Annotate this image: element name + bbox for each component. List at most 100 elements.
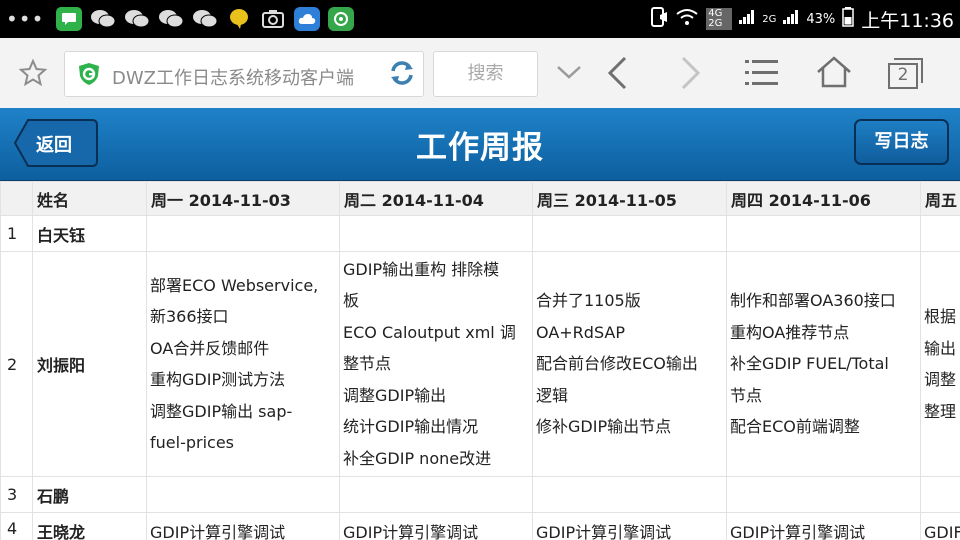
- log-line: GDIP计算引擎调试: [730, 523, 866, 540]
- chat-bubble-icon: [226, 7, 252, 31]
- log-line: fuel-prices: [150, 433, 234, 452]
- system-indicators: 4G 2G 2G 43% 上午11:36: [650, 0, 954, 38]
- row-number: 4: [0, 512, 33, 540]
- tab-count: 2: [897, 65, 909, 85]
- signal-icon: [739, 10, 755, 28]
- log-line: 重构OA推荐节点: [730, 322, 850, 342]
- log-line: 合并了1105版: [536, 291, 641, 311]
- battery-percent: 43%: [806, 11, 836, 27]
- camera-icon: [260, 7, 286, 31]
- message-app-icon: [56, 7, 83, 31]
- browser-toolbar: DWZ工作日志系统移动客户端 搜索 2: [0, 38, 960, 109]
- log-line: 调整GDIP输出 sap-: [150, 401, 293, 421]
- day-cell-monday: GDIP计算引擎调试: [146, 512, 340, 540]
- log-line: 整节点: [343, 354, 392, 374]
- day-cell: [726, 476, 921, 513]
- table-row[interactable]: 3 石鹏: [0, 476, 960, 513]
- day-cell: [339, 476, 533, 513]
- table-row[interactable]: 2 刘振阳 部署ECO Webservice, 新366接口 OA合并反馈邮件 …: [0, 251, 960, 477]
- day-cell: [726, 215, 921, 252]
- log-line: 新366接口: [150, 307, 229, 326]
- log-line: OA+RdSAP: [536, 322, 625, 342]
- status-bar: ••• 4G 2G 2G 43% 上午11:36: [0, 0, 960, 38]
- tabs-button[interactable]: 2: [886, 55, 926, 91]
- search-button[interactable]: 搜索: [433, 51, 538, 97]
- row-number: 1: [0, 215, 33, 252]
- log-line: OA合并反馈邮件: [150, 338, 270, 358]
- shield-icon: [77, 62, 101, 90]
- url-text: DWZ工作日志系统移动客户端: [112, 68, 354, 89]
- log-line: 修补GDIP输出节点: [536, 417, 672, 437]
- employee-name: 白天钰: [32, 215, 147, 252]
- wechat-icon-4: [192, 7, 218, 31]
- day-cell: [146, 476, 340, 513]
- home-icon[interactable]: [815, 55, 853, 93]
- wechat-icon-3: [158, 7, 184, 31]
- column-header-wednesday: 周三 2014-11-05: [532, 181, 727, 216]
- day-cell: [920, 215, 960, 252]
- network-badge: 4G 2G: [706, 8, 733, 30]
- row-number: 3: [0, 476, 33, 513]
- log-line: 调整GDIP输出: [343, 385, 447, 405]
- log-line: ECO Caloutput xml 调: [343, 322, 516, 342]
- column-header-index: [0, 181, 33, 216]
- refresh-icon[interactable]: [387, 58, 417, 92]
- column-header-monday: 周一 2014-11-03: [146, 181, 340, 216]
- log-line: 逻辑: [536, 385, 569, 405]
- employee-name: 刘振阳: [32, 251, 147, 477]
- wifi-icon: [675, 8, 699, 30]
- employee-name: 石鹏: [32, 476, 147, 513]
- log-line: 制作和部署OA360接口: [730, 291, 896, 311]
- column-header-name: 姓名: [32, 181, 147, 216]
- clock: 上午11:36: [861, 9, 954, 32]
- log-line: GDIP计算引擎调试: [536, 523, 672, 540]
- log-line: 输出: [924, 338, 957, 358]
- day-cell: [532, 476, 727, 513]
- log-line: 统计GDIP输出情况: [343, 417, 479, 437]
- table-row[interactable]: 4 王晓龙 GDIP计算引擎调试 GDIP计算引擎调试 GDIP计算引擎调试 G…: [0, 512, 960, 540]
- weekly-report-table: 姓名 周一 2014-11-03 周二 2014-11-04 周三 2014-1…: [0, 181, 960, 540]
- day-cell-friday: GDIF: [920, 512, 960, 540]
- url-bar[interactable]: DWZ工作日志系统移动客户端: [64, 51, 424, 97]
- wechat-icon: [90, 7, 116, 31]
- battery-icon: [842, 7, 854, 31]
- cloud-app-icon: [294, 7, 321, 31]
- day-cell-monday: 部署ECO Webservice, 新366接口 OA合并反馈邮件 重构GDIP…: [146, 251, 340, 477]
- table-row[interactable]: 1 白天钰: [0, 215, 960, 252]
- column-header-tuesday: 周二 2014-11-04: [339, 181, 533, 216]
- back-arrow-icon[interactable]: [606, 56, 630, 94]
- log-line: 调整: [924, 370, 957, 389]
- day-cell-tuesday: GDIP计算引擎调试: [339, 512, 533, 540]
- log-line: GDIF: [924, 523, 960, 540]
- more-notifications-icon: •••: [6, 7, 45, 31]
- day-cell-thursday: 制作和部署OA360接口 重构OA推荐节点 补全GDIP FUEL/Total …: [726, 251, 921, 477]
- green-app-icon: [328, 7, 355, 31]
- log-line: GDIP计算引擎调试: [150, 523, 286, 540]
- day-cell-wednesday: GDIP计算引擎调试: [532, 512, 727, 540]
- employee-name: 王晓龙: [32, 512, 147, 540]
- log-line: 根据: [924, 307, 957, 326]
- log-line: 重构GDIP测试方法: [150, 370, 286, 389]
- signal-icon-2: [783, 10, 799, 28]
- page-title: 工作周报: [416, 130, 544, 166]
- menu-icon[interactable]: [744, 58, 780, 92]
- log-line: 配合前台修改ECO输出: [536, 354, 698, 374]
- log-line: 补全GDIP FUEL/Total: [730, 354, 889, 374]
- column-header-thursday: 周四 2014-11-06: [726, 181, 921, 216]
- day-cell-friday: 根据 输出 调整 整理: [920, 251, 960, 477]
- log-line: 整理: [924, 401, 957, 421]
- day-cell-wednesday: 合并了1105版 OA+RdSAP 配合前台修改ECO输出 逻辑 修补GDIP输…: [532, 251, 727, 477]
- log-line: GDIP输出重构 排除模: [343, 259, 500, 279]
- bookmark-star-icon[interactable]: [18, 58, 48, 92]
- chevron-down-icon[interactable]: [556, 64, 582, 84]
- forward-arrow-icon[interactable]: [678, 56, 702, 94]
- day-cell: [920, 476, 960, 513]
- column-header-friday: 周五: [920, 181, 960, 216]
- table-header-row: 姓名 周一 2014-11-03 周二 2014-11-04 周三 2014-1…: [0, 181, 960, 216]
- wechat-icon-2: [124, 7, 150, 31]
- app-header: 返回 工作周报 写日志: [0, 108, 960, 182]
- write-log-button[interactable]: 写日志: [854, 119, 949, 165]
- day-cell-tuesday: GDIP输出重构 排除模 板 ECO Caloutput xml 调 整节点 调…: [339, 251, 533, 477]
- screen-cast-icon: [650, 7, 668, 31]
- day-cell: [146, 215, 340, 252]
